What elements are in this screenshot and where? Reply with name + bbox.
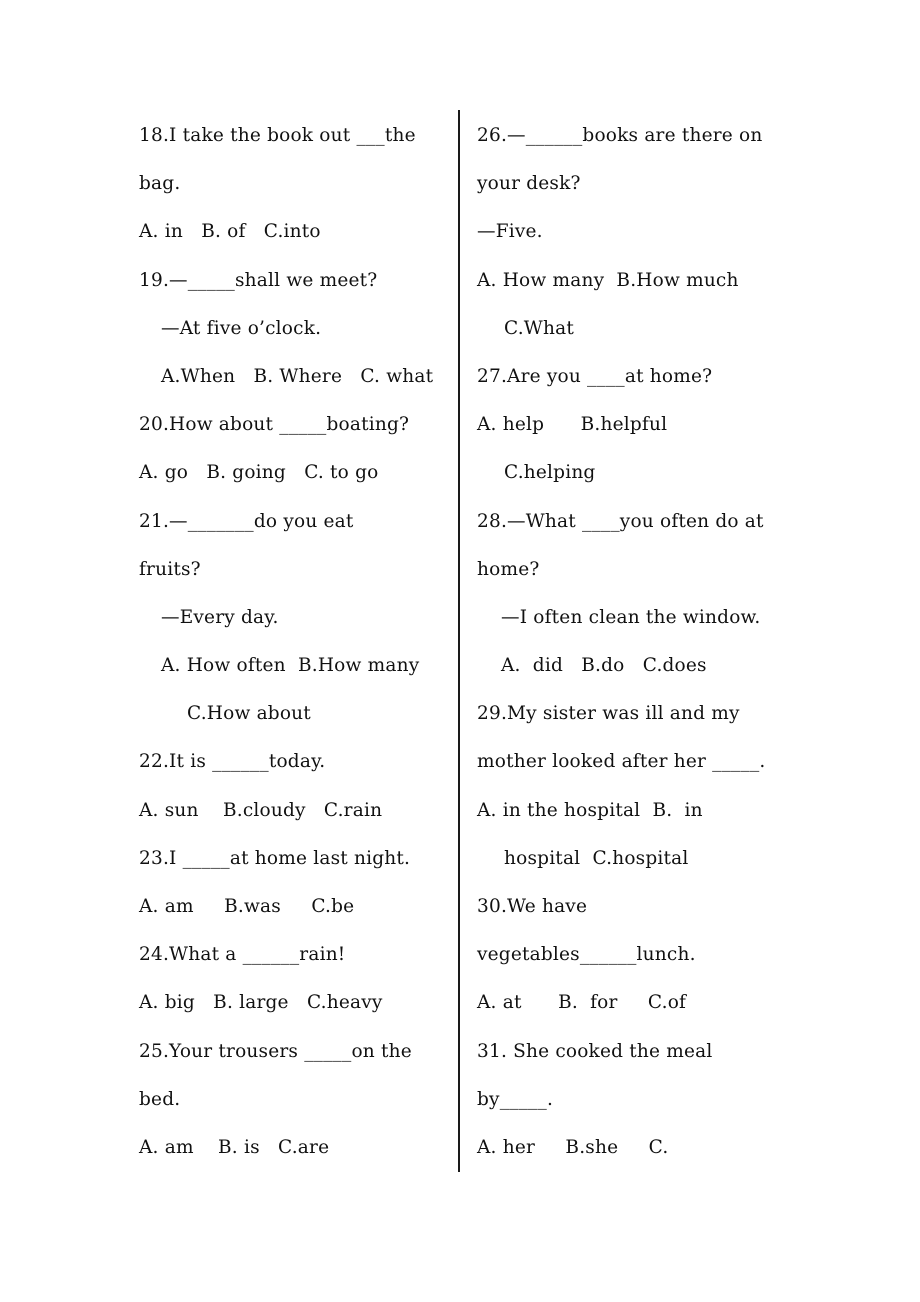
text-line: A. help B.helpful bbox=[477, 414, 668, 436]
text-line: home? bbox=[477, 558, 540, 580]
text-line: fruits? bbox=[139, 558, 201, 580]
text-line: A. am B.was C.be bbox=[139, 896, 355, 917]
text-line: A. did B.do C.does bbox=[501, 655, 707, 677]
text-line: 20.How about _____boating? bbox=[139, 414, 410, 436]
text-line: 22.It is ______today. bbox=[139, 751, 326, 773]
text-line: A. in B. of C.into bbox=[139, 221, 321, 243]
text-line: your desk? bbox=[477, 173, 581, 195]
text-line: 30.We have bbox=[477, 896, 588, 917]
text-line: bed. bbox=[139, 1088, 181, 1110]
text-line: —Five. bbox=[477, 221, 543, 243]
right-column: 26.—______books are there on your desk? —F… bbox=[477, 112, 797, 1172]
text-line: A.When B. Where C. what bbox=[161, 365, 434, 387]
text-line: 26.—______books are there on bbox=[477, 125, 763, 146]
text-line: C.helping bbox=[504, 462, 596, 484]
text-line: bag. bbox=[139, 173, 181, 195]
document-page: 18.I take the book out ___the bag. A. in B… bbox=[0, 0, 920, 1302]
text-line: by_____. bbox=[477, 1088, 554, 1110]
text-line: C.How about bbox=[187, 703, 311, 725]
text-line: vegetables______lunch. bbox=[477, 944, 696, 966]
text-line: A. in the hospital B. in bbox=[477, 799, 703, 821]
text-line: 28.—What ____you often do at bbox=[477, 510, 764, 532]
text-line: —I often clean the window. bbox=[501, 606, 761, 628]
text-line: A. go B. going C. to go bbox=[139, 462, 379, 484]
text-line: —Every day. bbox=[161, 606, 279, 628]
text-line: 29.My sister was ill and my bbox=[477, 703, 740, 725]
left-column: 18.I take the book out ___the bag. A. in B… bbox=[139, 112, 454, 1172]
text-line: A. big B. large C.heavy bbox=[139, 992, 383, 1014]
text-line: 27.Are you ____at home? bbox=[477, 365, 713, 387]
text-line: 19.—_____shall we meet? bbox=[139, 269, 378, 291]
text-line: 23.I _____at home last night. bbox=[139, 847, 411, 869]
text-line: 25.Your trousers _____on the bbox=[139, 1040, 412, 1062]
text-line: A. How many B.How much bbox=[477, 269, 739, 291]
text-line: 18.I take the book out ___the bbox=[139, 125, 416, 146]
text-line: A. How often B.How many bbox=[161, 655, 420, 677]
text-line: C.What bbox=[504, 317, 574, 339]
column-divider bbox=[458, 110, 460, 1172]
text-line: 24.What a ______rain! bbox=[139, 944, 346, 966]
text-line: 31. She cooked the meal bbox=[477, 1040, 713, 1062]
text-line: A. her B.she C. bbox=[477, 1136, 669, 1158]
text-line: —At five o’clock. bbox=[161, 317, 322, 339]
text-line: A. am B. is C.are bbox=[139, 1136, 330, 1158]
text-line: A. at B. for C.of bbox=[477, 992, 687, 1014]
text-line: mother looked after her _____. bbox=[477, 751, 766, 773]
text-line: A. sun B.cloudy C.rain bbox=[139, 799, 383, 821]
text-line: hospital C.hospital bbox=[504, 847, 689, 869]
text-line: 21.—_______do you eat bbox=[139, 510, 354, 532]
